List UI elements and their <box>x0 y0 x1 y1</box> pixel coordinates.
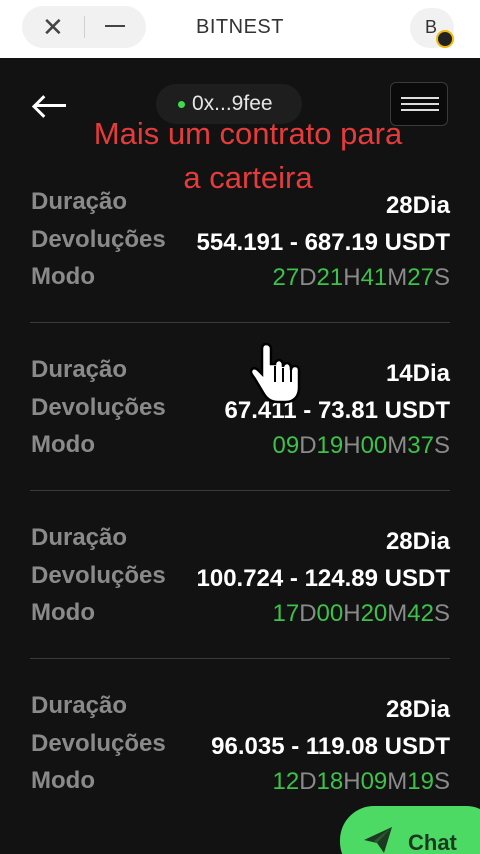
countdown-timer: 17D00H20M42S <box>272 600 450 627</box>
returns-value: 100.724 - 124.89 USDT <box>196 565 451 592</box>
returns-label: Devoluções <box>31 226 166 253</box>
returns-label: Devoluções <box>31 562 166 589</box>
mode-label: Modo <box>31 263 95 290</box>
countdown-timer: 09D19H00M37S <box>272 432 450 459</box>
brand-letter: B <box>425 17 438 37</box>
contract-row[interactable]: Duração 28Dia Devoluções 96.035 - 119.08… <box>30 690 450 810</box>
row-divider <box>30 658 450 659</box>
overlay-line-2: a carteira <box>183 160 313 195</box>
hand-cursor-icon <box>249 342 301 404</box>
duration-value: 28Dia <box>385 696 450 723</box>
contract-row[interactable]: Duração 28Dia Devoluções 100.724 - 124.8… <box>30 522 450 642</box>
row-divider <box>30 490 450 491</box>
row-divider <box>30 322 450 323</box>
returns-value: 96.035 - 119.08 USDT <box>211 733 450 760</box>
mode-label: Modo <box>31 599 95 626</box>
contract-row[interactable]: Duração 28Dia Devoluções 554.191 - 687.1… <box>30 186 450 306</box>
browser-bar: ✕ BITNEST B <box>0 0 480 58</box>
chat-label: Chat <box>408 830 457 854</box>
chat-button[interactable]: Chat <box>340 806 480 854</box>
mode-label: Modo <box>31 767 95 794</box>
returns-label: Devoluções <box>31 730 166 757</box>
bitnest-brand-icon[interactable]: B <box>410 8 454 48</box>
overlay-line-1: Mais um contrato para <box>93 116 403 151</box>
returns-label: Devoluções <box>31 394 166 421</box>
status-dot-icon <box>178 101 185 108</box>
returns-value: 554.191 - 687.19 USDT <box>196 229 451 256</box>
duration-label: Duração <box>31 356 128 383</box>
duration-value: 28Dia <box>385 528 450 555</box>
duration-label: Duração <box>31 692 128 719</box>
duration-value: 14Dia <box>385 360 450 387</box>
countdown-timer: 27D21H41M27S <box>272 264 450 291</box>
mode-label: Modo <box>31 431 95 458</box>
send-plane-icon <box>364 827 392 853</box>
contract-row[interactable]: Duração 14Dia Devoluções 67.411 - 73.81 … <box>30 354 450 474</box>
overlay-caption: Mais um contrato para a carteira <box>0 112 480 200</box>
coin-icon <box>436 30 454 48</box>
duration-label: Duração <box>31 524 128 551</box>
app-title: BITNEST <box>196 16 284 38</box>
countdown-timer: 12D18H09M19S <box>272 768 450 795</box>
